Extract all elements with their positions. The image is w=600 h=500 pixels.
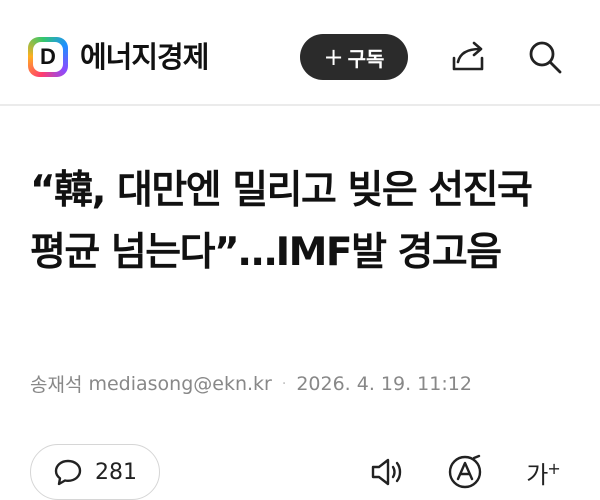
font-icon bbox=[448, 454, 482, 489]
share-icon bbox=[452, 41, 484, 71]
byline-separator: · bbox=[281, 375, 287, 392]
text-size-button[interactable]: 가+ bbox=[521, 450, 565, 494]
header-divider bbox=[0, 104, 600, 106]
subscribe-plus: + bbox=[323, 43, 344, 71]
comment-icon bbox=[54, 459, 82, 486]
comment-count: 281 bbox=[95, 459, 137, 485]
search-icon bbox=[529, 41, 562, 74]
logo-letter: D bbox=[33, 42, 63, 72]
share-button[interactable] bbox=[447, 36, 489, 78]
subscribe-button[interactable]: + 구독 bbox=[300, 34, 408, 80]
text-size-plus: + bbox=[547, 458, 560, 478]
daum-logo[interactable]: D bbox=[28, 37, 68, 77]
font-button[interactable] bbox=[443, 450, 487, 494]
subscribe-label: 구독 bbox=[347, 46, 385, 71]
author-email[interactable]: mediasong@ekn.kr bbox=[88, 373, 271, 395]
article-headline: “韓, 대만엔 밀리고 빚은 선진국 평균 넘는다”…IMF발 경고음 bbox=[30, 168, 533, 275]
top-bar: D 에너지경제 + 구독 bbox=[0, 0, 600, 104]
article-byline: 송재석 mediasong@ekn.kr · 2026. 4. 19. 11:1… bbox=[30, 370, 472, 397]
read-aloud-button[interactable] bbox=[365, 450, 409, 494]
text-size-label: 가 bbox=[526, 460, 548, 489]
author-name[interactable]: 송재석 bbox=[30, 370, 82, 397]
comment-button[interactable]: 281 bbox=[30, 444, 160, 500]
brand-name[interactable]: 에너지경제 bbox=[80, 37, 209, 77]
text-size-icon: 가+ bbox=[526, 455, 561, 490]
publish-datetime: 2026. 4. 19. 11:12 bbox=[296, 372, 472, 395]
search-button[interactable] bbox=[524, 36, 566, 78]
speaker-icon bbox=[371, 458, 402, 486]
